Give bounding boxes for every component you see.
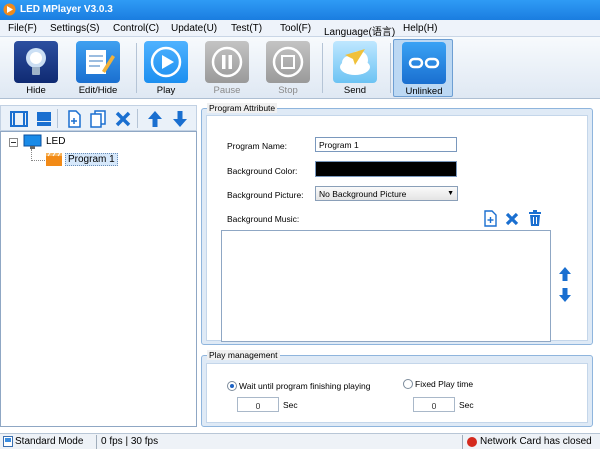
move-down-icon[interactable] <box>170 109 190 129</box>
edit-document-icon <box>76 41 120 83</box>
pause-icon <box>205 41 249 83</box>
menu-file[interactable]: File(F) <box>8 23 37 34</box>
background-color-label: Background Color: <box>227 166 298 176</box>
play-management-title: Play management <box>207 350 280 360</box>
play-management-pane: Wait until program finishing playing 0 S… <box>206 363 588 423</box>
pause-button[interactable]: Pause <box>197 39 257 97</box>
fixed-play-time-radio[interactable] <box>403 379 413 389</box>
menu-control[interactable]: Control(C) <box>113 23 159 34</box>
edit-hide-label: Edit/Hide <box>78 85 118 96</box>
program-attribute-title: Program Attribute <box>207 103 278 113</box>
tree-toolbar <box>0 105 197 131</box>
add-program-icon[interactable] <box>34 109 54 129</box>
lightbulb-icon <box>14 41 58 83</box>
menu-tool[interactable]: Tool(F) <box>280 23 311 34</box>
network-status: Network Card has closed <box>480 436 592 447</box>
network-status-indicator-icon <box>467 437 477 447</box>
move-up-icon[interactable] <box>145 109 165 129</box>
toolbar-separator <box>322 43 323 93</box>
menu-update[interactable]: Update(U) <box>171 23 217 34</box>
background-music-list[interactable] <box>221 230 551 342</box>
wait-seconds-input[interactable]: 0 <box>237 397 279 412</box>
pause-label: Pause <box>213 85 241 96</box>
background-picture-label: Background Picture: <box>227 190 304 200</box>
wait-seconds-unit: Sec <box>283 400 298 410</box>
stop-label: Stop <box>278 85 298 96</box>
status-separator <box>96 435 97 449</box>
program-attribute-pane: Program Name: Program 1 Background Color… <box>206 115 588 342</box>
window-title: LED MPlayer V3.0.3 <box>20 4 113 15</box>
menu-help[interactable]: Help(H) <box>403 23 437 34</box>
music-move-up-icon[interactable] <box>557 266 573 282</box>
main-toolbar: Hide Edit/Hide Play Pause Stop Send Unli… <box>0 37 600 99</box>
tree-connector <box>31 160 45 161</box>
menu-settings[interactable]: Settings(S) <box>50 23 99 34</box>
unlinked-label: Unlinked <box>405 86 443 97</box>
wait-until-finish-label: Wait until program finishing playing <box>239 381 371 391</box>
chevron-down-icon: ▼ <box>447 190 454 197</box>
fixed-seconds-input[interactable]: 0 <box>413 397 455 412</box>
trash-icon[interactable] <box>527 210 543 227</box>
standard-mode-status: Standard Mode <box>15 436 84 447</box>
mode-icon <box>3 436 13 447</box>
tree-item-program[interactable]: Program 1 <box>65 153 118 166</box>
add-music-icon[interactable] <box>482 210 498 227</box>
fixed-seconds-unit: Sec <box>459 400 474 410</box>
program-attribute-group: Program Name: Program 1 Background Color… <box>201 103 593 345</box>
unlinked-button[interactable]: Unlinked <box>393 39 453 97</box>
app-logo-icon <box>3 3 16 16</box>
tree-item-led[interactable]: LED <box>46 136 65 147</box>
remove-music-icon[interactable] <box>504 211 520 227</box>
fps-status: 0 fps | 30 fps <box>101 436 159 447</box>
add-screen-icon[interactable] <box>9 109 29 129</box>
broken-link-icon <box>402 42 446 84</box>
menu-bar: File(F) Settings(S) Control(C) Update(U)… <box>0 20 600 38</box>
background-picture-select[interactable]: No Background Picture ▼ <box>315 186 458 201</box>
hide-button[interactable]: Hide <box>6 39 66 97</box>
send-label: Send <box>343 85 367 96</box>
fixed-play-time-label: Fixed Play time <box>415 379 474 389</box>
program-clapper-icon <box>45 152 63 167</box>
hide-label: Hide <box>26 85 46 96</box>
wait-until-finish-radio[interactable] <box>227 381 237 391</box>
delete-icon[interactable] <box>113 109 133 129</box>
stop-button[interactable]: Stop <box>258 39 318 97</box>
cloud-send-icon <box>333 41 377 83</box>
play-management-group: Wait until program finishing playing 0 S… <box>201 350 593 427</box>
program-name-input[interactable]: Program 1 <box>315 137 457 152</box>
new-file-icon[interactable] <box>64 109 84 129</box>
toolbar-separator <box>390 43 391 93</box>
led-screen-icon <box>23 134 42 149</box>
stop-icon <box>266 41 310 83</box>
music-move-down-icon[interactable] <box>557 287 573 303</box>
program-tree[interactable]: LED Program 1 <box>0 131 197 427</box>
title-bar[interactable]: LED MPlayer V3.0.3 <box>0 0 600 20</box>
copy-icon[interactable] <box>88 109 108 129</box>
menu-language[interactable]: Language(语言) <box>324 23 395 38</box>
tree-toolbar-separator <box>57 109 58 128</box>
background-picture-value: No Background Picture <box>319 189 407 199</box>
send-button[interactable]: Send <box>325 39 385 97</box>
tree-toolbar-separator <box>137 109 138 128</box>
play-button[interactable]: Play <box>136 39 196 97</box>
menu-test[interactable]: Test(T) <box>231 23 262 34</box>
background-music-label: Background Music: <box>227 214 300 224</box>
tree-collapse-toggle[interactable] <box>9 138 18 147</box>
background-color-swatch[interactable] <box>315 161 457 177</box>
status-bar: Standard Mode 0 fps | 30 fps Network Car… <box>0 433 600 449</box>
play-icon <box>144 41 188 83</box>
status-separator <box>462 435 463 449</box>
program-name-label: Program Name: <box>227 141 287 151</box>
play-label: Play <box>156 85 176 96</box>
edit-hide-button[interactable]: Edit/Hide <box>68 39 128 97</box>
